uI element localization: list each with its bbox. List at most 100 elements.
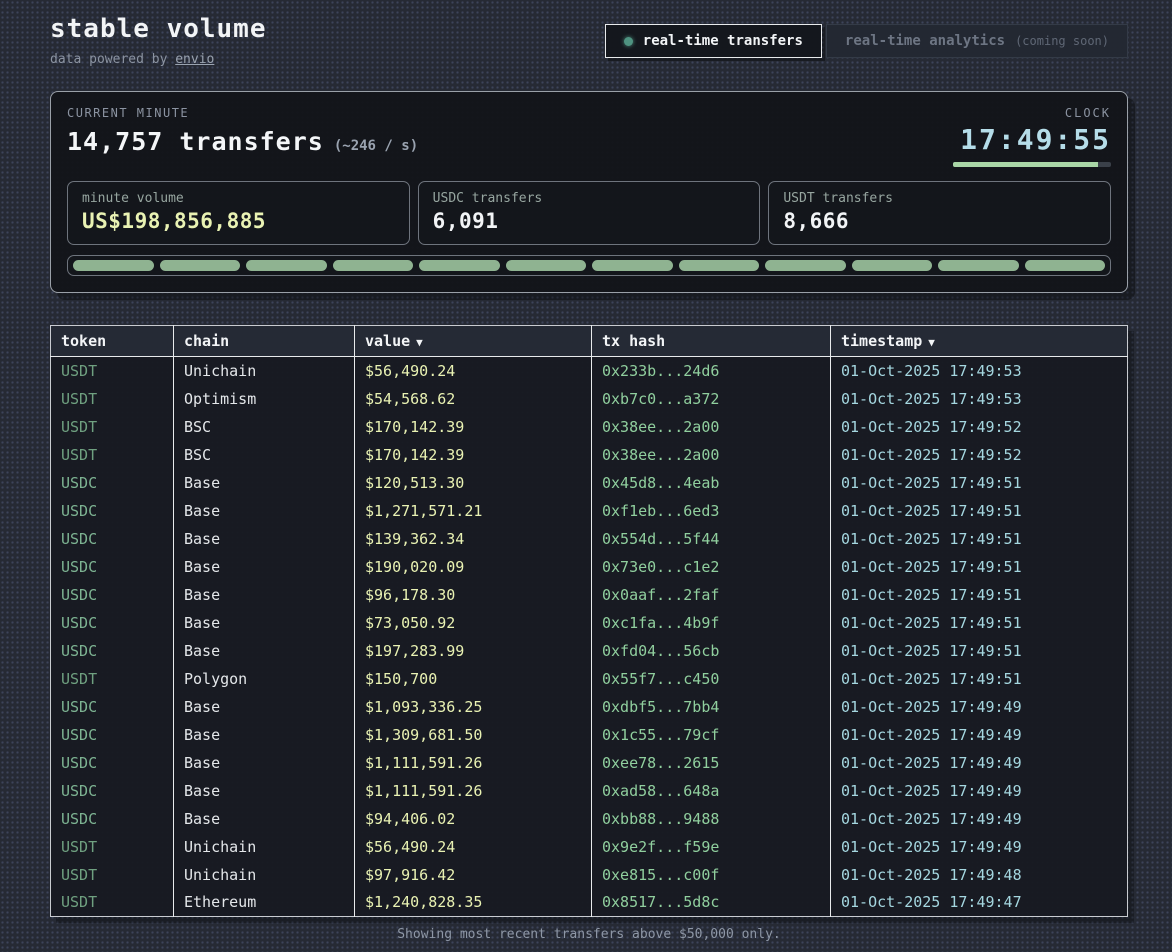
tx-hash-cell: 0xad58...648a xyxy=(592,777,831,805)
chain-cell: Base xyxy=(174,693,355,721)
hero-left: CURRENT MINUTE 14,757 transfers (~246 / … xyxy=(67,106,418,156)
timestamp-cell: 01-Oct-2025 17:49:48 xyxy=(831,861,1128,889)
timestamp-cell: 01-Oct-2025 17:49:49 xyxy=(831,805,1128,833)
table-row: USDTUnichain$56,490.240x9e2f...f59e01-Oc… xyxy=(51,833,1128,861)
timestamp-cell: 01-Oct-2025 17:49:51 xyxy=(831,665,1128,693)
activity-segment xyxy=(506,260,587,271)
timestamp-cell: 01-Oct-2025 17:49:47 xyxy=(831,889,1128,917)
tx-hash-cell: 0xc1fa...4b9f xyxy=(592,609,831,637)
value-cell: $56,490.24 xyxy=(355,833,592,861)
token-cell: USDT xyxy=(51,413,174,441)
sort-desc-icon: ▼ xyxy=(928,336,935,349)
timestamp-cell: 01-Oct-2025 17:49:52 xyxy=(831,441,1128,469)
tab-label: real-time transfers xyxy=(643,33,803,49)
activity-segment xyxy=(852,260,933,271)
current-minute-panel: CURRENT MINUTE 14,757 transfers (~246 / … xyxy=(50,91,1128,293)
token-cell: USDT xyxy=(51,665,174,693)
hero-top: CURRENT MINUTE 14,757 transfers (~246 / … xyxy=(67,106,1111,167)
stat-value: 8,666 xyxy=(783,209,1096,233)
table-row: USDCBase$73,050.920xc1fa...4b9f01-Oct-20… xyxy=(51,609,1128,637)
activity-segment xyxy=(160,260,241,271)
timestamp-cell: 01-Oct-2025 17:49:51 xyxy=(831,637,1128,665)
table-row: USDTBSC$170,142.390x38ee...2a0001-Oct-20… xyxy=(51,441,1128,469)
stat-label: minute volume xyxy=(82,191,395,206)
current-minute-label: CURRENT MINUTE xyxy=(67,106,418,120)
timestamp-cell: 01-Oct-2025 17:49:49 xyxy=(831,833,1128,861)
table-row: USDCBase$197,283.990xfd04...56cb01-Oct-2… xyxy=(51,637,1128,665)
tx-hash-cell: 0x38ee...2a00 xyxy=(592,441,831,469)
page-title: stable volume xyxy=(50,14,267,44)
table-row: USDTUnichain$56,490.240x233b...24d601-Oc… xyxy=(51,357,1128,385)
value-cell: $139,362.34 xyxy=(355,525,592,553)
envio-link[interactable]: envio xyxy=(175,52,214,67)
chain-cell: BSC xyxy=(174,413,355,441)
transfer-rate: (~246 / s) xyxy=(334,138,418,154)
table-row: USDCBase$1,309,681.500x1c55...79cf01-Oct… xyxy=(51,721,1128,749)
timestamp-cell: 01-Oct-2025 17:49:53 xyxy=(831,357,1128,385)
activity-segment xyxy=(679,260,760,271)
timestamp-cell: 01-Oct-2025 17:49:53 xyxy=(831,385,1128,413)
token-cell: USDC xyxy=(51,525,174,553)
activity-segment xyxy=(765,260,846,271)
table-row: USDTOptimism$54,568.620xb7c0...a37201-Oc… xyxy=(51,385,1128,413)
token-cell: USDC xyxy=(51,469,174,497)
stat-boxes: minute volume US$198,856,885 USDC transf… xyxy=(67,181,1111,245)
stat-usdc-transfers: USDC transfers 6,091 xyxy=(418,181,761,245)
token-cell: USDC xyxy=(51,581,174,609)
chain-cell: BSC xyxy=(174,441,355,469)
timestamp-cell: 01-Oct-2025 17:49:49 xyxy=(831,749,1128,777)
tx-hash-cell: 0x9e2f...f59e xyxy=(592,833,831,861)
chain-cell: Polygon xyxy=(174,665,355,693)
tx-hash-cell: 0x45d8...4eab xyxy=(592,469,831,497)
tab-real-time-transfers[interactable]: real-time transfers xyxy=(605,24,822,58)
tx-hash-cell: 0x0aaf...2faf xyxy=(592,581,831,609)
token-cell: USDC xyxy=(51,637,174,665)
value-cell: $197,283.99 xyxy=(355,637,592,665)
value-cell: $1,093,336.25 xyxy=(355,693,592,721)
token-cell: USDC xyxy=(51,497,174,525)
activity-segment xyxy=(333,260,414,271)
topbar: stable volume data powered by envio real… xyxy=(50,14,1128,67)
table-row: USDTUnichain$97,916.420xe815...c00f01-Oc… xyxy=(51,861,1128,889)
subtitle-text: data powered by xyxy=(50,52,175,67)
stat-minute-volume: minute volume US$198,856,885 xyxy=(67,181,410,245)
timestamp-cell: 01-Oct-2025 17:49:51 xyxy=(831,609,1128,637)
value-cell: $1,240,828.35 xyxy=(355,889,592,917)
brand-block: stable volume data powered by envio xyxy=(50,14,267,67)
live-dot-icon xyxy=(624,37,633,46)
chain-cell: Base xyxy=(174,553,355,581)
timestamp-cell: 01-Oct-2025 17:49:49 xyxy=(831,721,1128,749)
chain-cell: Base xyxy=(174,637,355,665)
chain-cell: Base xyxy=(174,749,355,777)
tx-hash-cell: 0x1c55...79cf xyxy=(592,721,831,749)
column-header-hash: tx hash xyxy=(592,326,831,357)
value-cell: $54,568.62 xyxy=(355,385,592,413)
clock-label: CLOCK xyxy=(953,106,1111,120)
chain-cell: Optimism xyxy=(174,385,355,413)
chain-cell: Base xyxy=(174,805,355,833)
token-cell: USDC xyxy=(51,805,174,833)
tab-real-time-analytics[interactable]: real-time analytics (coming soon) xyxy=(826,24,1128,58)
timestamp-cell: 01-Oct-2025 17:49:51 xyxy=(831,525,1128,553)
value-cell: $97,916.42 xyxy=(355,861,592,889)
table-row: USDCBase$120,513.300x45d8...4eab01-Oct-2… xyxy=(51,469,1128,497)
chain-cell: Base xyxy=(174,581,355,609)
value-cell: $1,271,571.21 xyxy=(355,497,592,525)
view-tabs: real-time transfers real-time analytics … xyxy=(605,24,1128,58)
stat-value: 6,091 xyxy=(433,209,746,233)
column-header-value[interactable]: value▼ xyxy=(355,326,592,357)
column-header-time[interactable]: timestamp▼ xyxy=(831,326,1128,357)
token-cell: USDC xyxy=(51,693,174,721)
chain-cell: Unichain xyxy=(174,357,355,385)
activity-segment xyxy=(73,260,154,271)
token-cell: USDT xyxy=(51,357,174,385)
chain-cell: Ethereum xyxy=(174,889,355,917)
chain-cell: Unichain xyxy=(174,833,355,861)
table-row: USDCBase$1,111,591.260xee78...261501-Oct… xyxy=(51,749,1128,777)
table-body: USDTUnichain$56,490.240x233b...24d601-Oc… xyxy=(51,357,1128,917)
value-cell: $120,513.30 xyxy=(355,469,592,497)
clock-time: 17:49:55 xyxy=(953,123,1111,156)
timestamp-cell: 01-Oct-2025 17:49:49 xyxy=(831,693,1128,721)
value-cell: $170,142.39 xyxy=(355,413,592,441)
token-cell: USDC xyxy=(51,721,174,749)
